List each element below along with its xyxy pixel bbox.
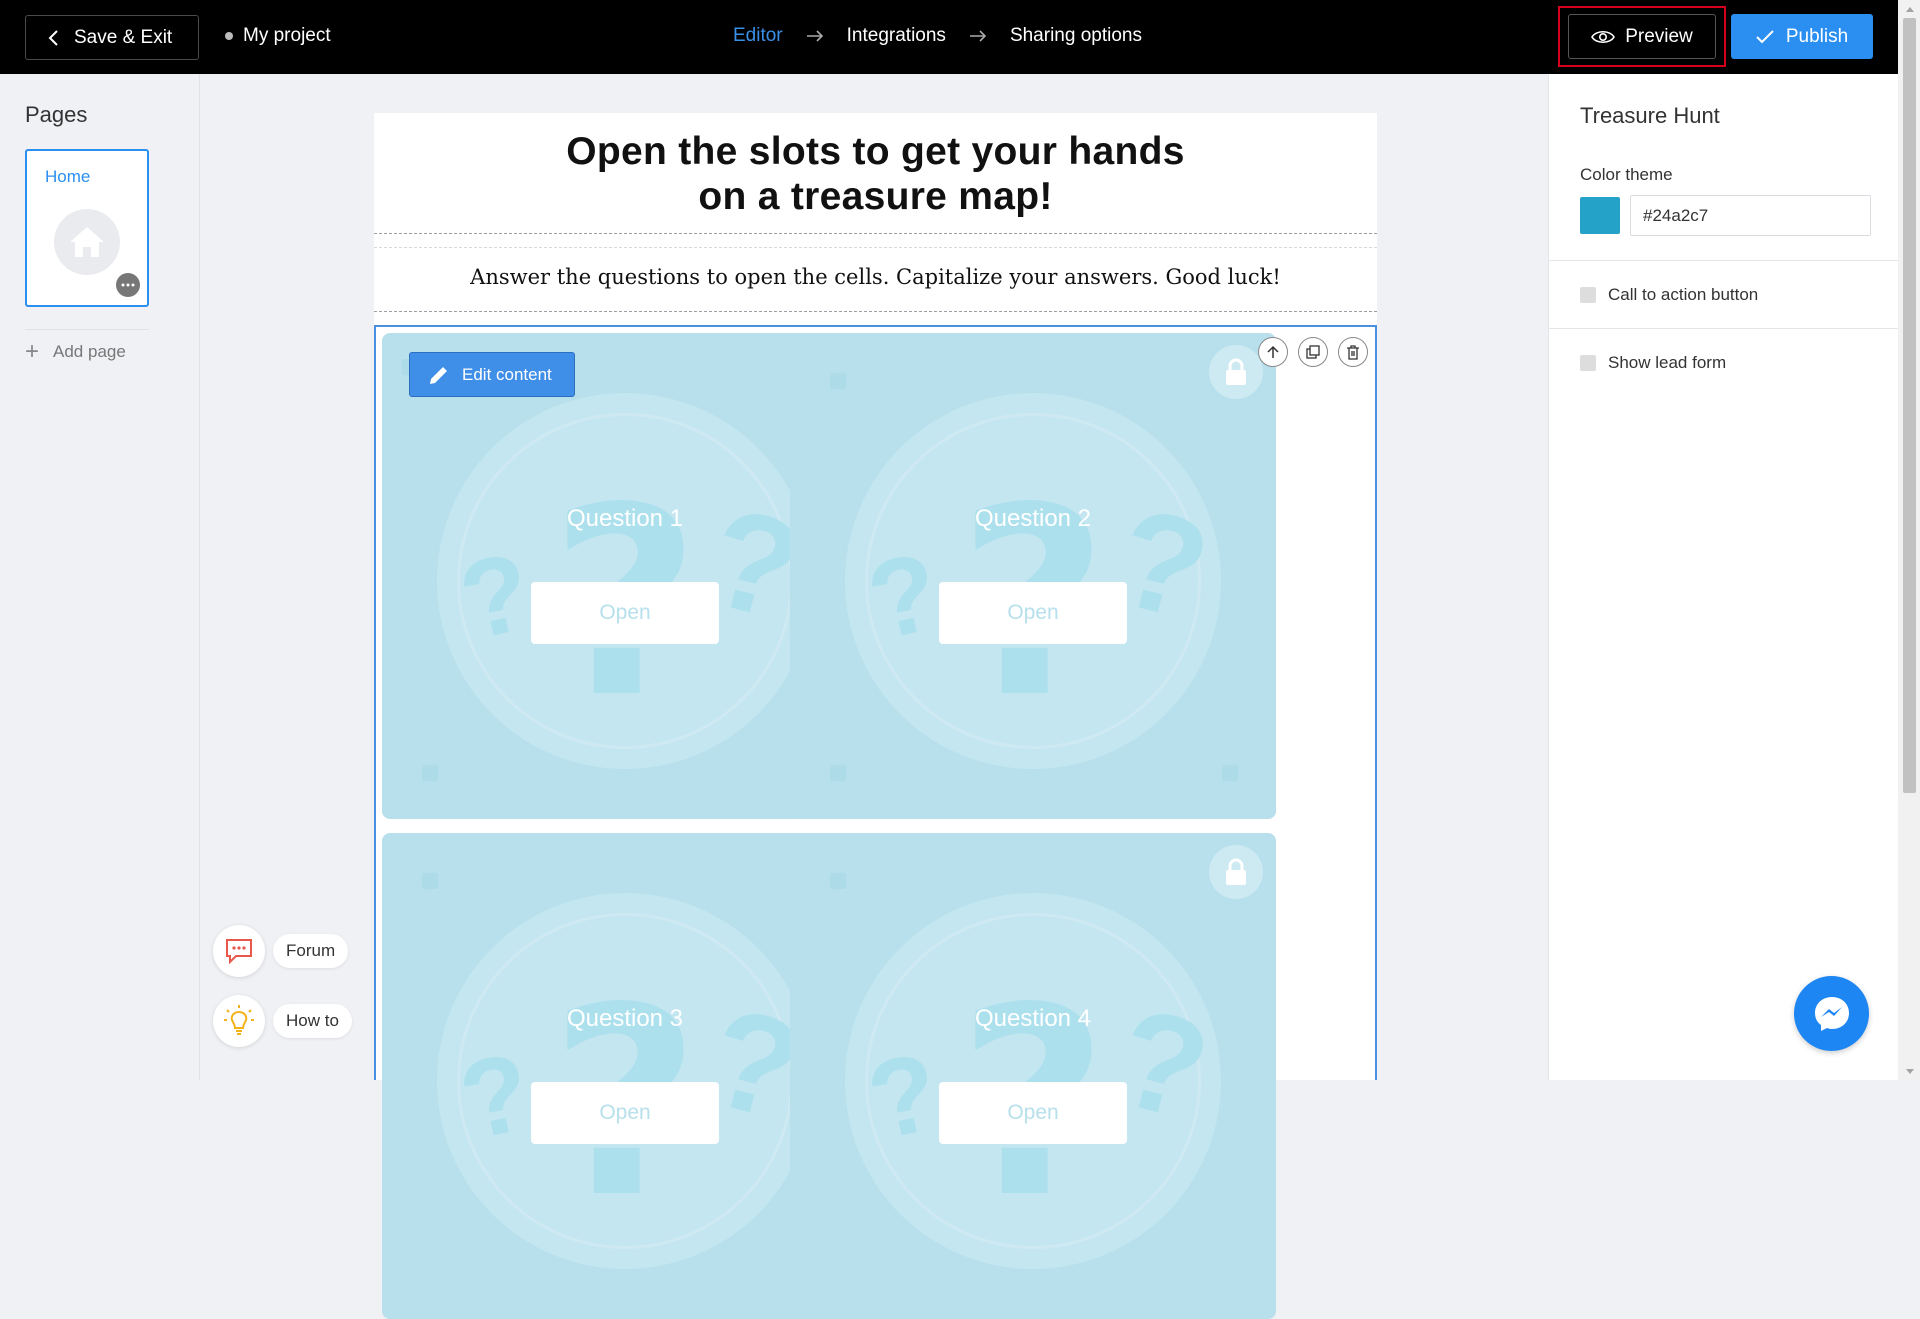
open-button[interactable]: Open (531, 1082, 719, 1144)
question-label: Question 2 (974, 505, 1092, 532)
messenger-icon (1814, 996, 1849, 1031)
top-bar: Save & Exit My project Editor Integratio… (0, 0, 1898, 74)
publish-button[interactable]: Publish (1731, 14, 1873, 59)
treasure-cell[interactable]: ? ? ? Question 4 Open (790, 833, 1276, 1319)
add-page-button[interactable]: + Add page (25, 329, 149, 365)
corner-dot (830, 765, 846, 781)
settings-panel: Treasure Hunt Color theme #24a2c7 Call t… (1548, 74, 1899, 1080)
plus-icon: + (25, 338, 40, 365)
step-editor[interactable]: Editor (733, 25, 783, 47)
cta-toggle[interactable]: Call to action button (1580, 285, 1758, 305)
color-hex-input[interactable]: #24a2c7 (1630, 195, 1871, 236)
trash-icon[interactable] (1338, 337, 1368, 367)
cta-label: Call to action button (1608, 285, 1759, 304)
open-button[interactable]: Open (531, 582, 719, 644)
scrollbar-thumb[interactable] (1903, 18, 1916, 793)
step-sharing-options[interactable]: Sharing options (1010, 25, 1142, 47)
eye-icon (1591, 30, 1616, 43)
pages-sidebar: Pages Home + Add page (0, 74, 200, 1080)
move-up-icon[interactable] (1258, 337, 1288, 367)
forum-label: Forum (273, 934, 349, 968)
headline-line-1: Open the slots to get your hands (566, 130, 1185, 173)
more-options-icon[interactable] (116, 273, 140, 297)
project-name[interactable]: My project (225, 25, 331, 47)
how-to-button[interactable]: How to (213, 995, 352, 1047)
page-label: Home (45, 167, 91, 186)
forum-button[interactable]: Forum (213, 925, 349, 977)
scroll-up-arrow-icon[interactable] (1903, 3, 1916, 15)
check-icon (1756, 29, 1774, 43)
messenger-chat-button[interactable] (1794, 976, 1869, 1051)
divider (1549, 260, 1899, 261)
save-exit-button[interactable]: Save & Exit (25, 15, 199, 60)
checkbox[interactable] (1580, 355, 1596, 371)
step-integrations[interactable]: Integrations (847, 25, 946, 47)
divider (374, 311, 1377, 312)
lock-icon (1209, 345, 1263, 399)
divider (374, 247, 1377, 248)
headline[interactable]: Open the slots to get your hands on a tr… (374, 129, 1377, 219)
lead-form-label: Show lead form (1608, 353, 1727, 372)
arrow-right-icon (969, 30, 987, 42)
lightbulb-icon (213, 995, 265, 1047)
save-exit-label: Save & Exit (74, 26, 173, 48)
chevron-left-icon (48, 29, 58, 46)
open-button[interactable]: Open (939, 1082, 1127, 1144)
editor-canvas: Open the slots to get your hands on a tr… (374, 113, 1377, 1319)
divider (1549, 328, 1899, 329)
how-to-label: How to (273, 1004, 352, 1038)
chat-icon (213, 925, 265, 977)
home-icon (54, 209, 120, 275)
corner-dot (830, 873, 846, 889)
edit-content-label: Edit content (462, 364, 552, 384)
corner-dot (422, 765, 438, 781)
corner-dot (830, 373, 846, 389)
color-swatch[interactable] (1580, 197, 1620, 234)
open-button[interactable]: Open (939, 582, 1127, 644)
scroll-down-arrow-icon[interactable] (1903, 1065, 1916, 1077)
preview-label: Preview (1625, 25, 1693, 47)
page-thumbnail-home[interactable]: Home (25, 149, 149, 307)
lead-form-toggle[interactable]: Show lead form (1580, 353, 1726, 373)
arrow-right-icon (806, 30, 824, 42)
step-navigation: Editor Integrations Sharing options (733, 25, 1142, 47)
add-page-label: Add page (53, 342, 126, 361)
divider (374, 233, 1377, 234)
treasure-cell[interactable]: ? ? ? Question 2 Open (790, 333, 1276, 819)
panel-title: Treasure Hunt (1580, 103, 1720, 128)
color-theme-label: Color theme (1580, 165, 1673, 184)
corner-dot (422, 873, 438, 889)
subtitle[interactable]: Answer the questions to open the cells. … (374, 265, 1377, 289)
duplicate-icon[interactable] (1298, 337, 1328, 367)
checkbox[interactable] (1580, 287, 1596, 303)
pencil-icon (430, 366, 447, 384)
headline-line-2: on a treasure map! (698, 175, 1053, 218)
pages-title: Pages (25, 102, 88, 127)
corner-dot (1222, 765, 1238, 781)
preview-button[interactable]: Preview (1568, 14, 1716, 59)
project-name-label: My project (243, 25, 331, 46)
treasure-grid[interactable]: ? ? ? Question 1 Open Edit content ? ? ? (374, 325, 1377, 1319)
publish-label: Publish (1785, 25, 1849, 47)
lock-icon (1209, 845, 1263, 899)
edit-content-button[interactable]: Edit content (409, 352, 575, 397)
question-label: Question 4 (974, 1005, 1092, 1032)
project-status-dot (225, 32, 233, 40)
